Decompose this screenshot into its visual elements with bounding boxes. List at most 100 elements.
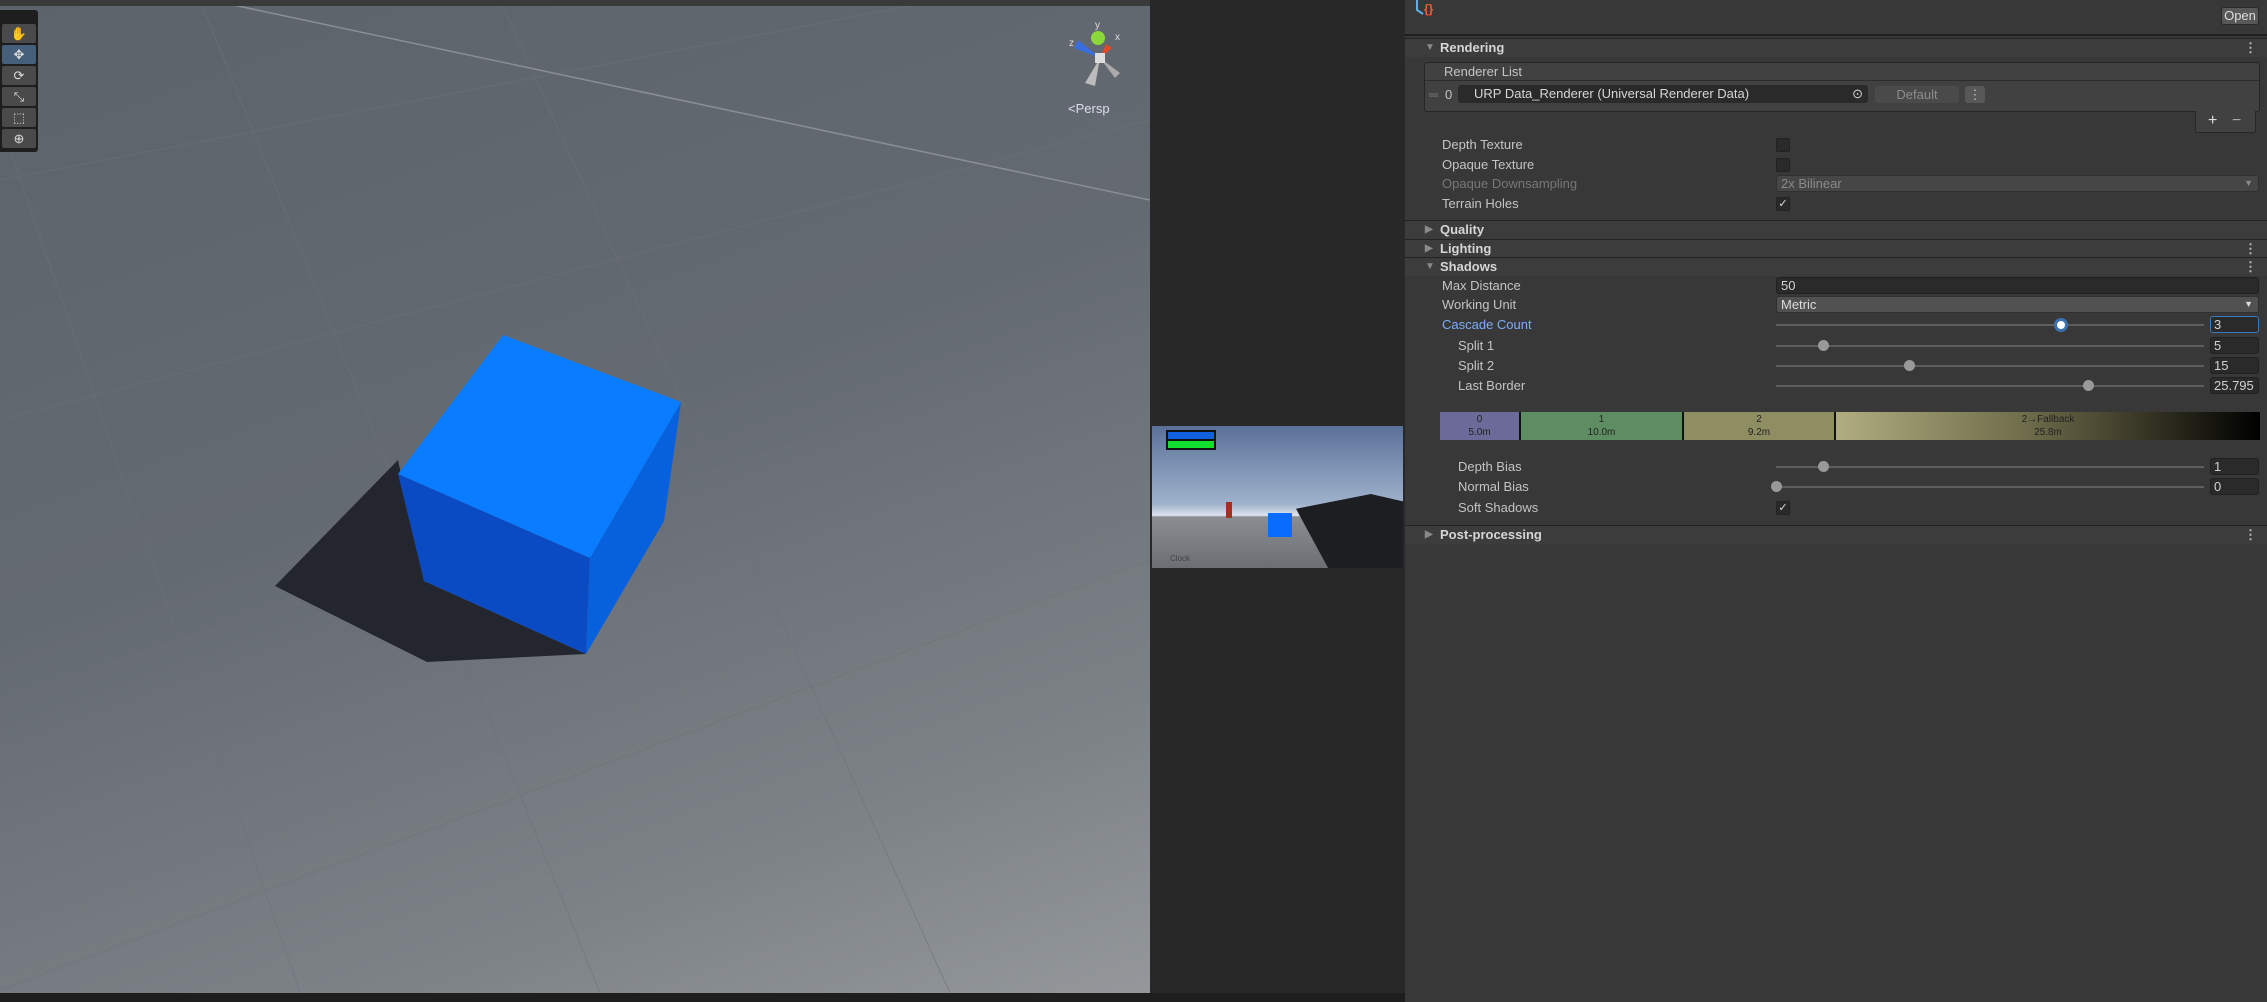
scene-toolbar	[0, 0, 1150, 6]
split2-input[interactable]: 15	[2210, 357, 2259, 374]
section-lighting[interactable]: ▶ Lighting ⋮	[1405, 239, 2267, 258]
inspector-panel: {} Open ▼ Rendering ⋮ Renderer List ═ 0 UR…	[1405, 0, 2267, 1002]
set-default-button[interactable]: Default	[1875, 86, 1959, 103]
renderer-object-field[interactable]: URP Data_Renderer (Universal Renderer Da…	[1458, 85, 1868, 103]
split1-row: Split 15	[1405, 337, 2267, 355]
last-border-row: Last Border 25.795	[1405, 377, 2267, 395]
depth-bias-slider[interactable]	[1776, 461, 2204, 472]
cascade-1[interactable]: 1 10.0m	[1521, 412, 1684, 440]
last-border-input[interactable]: 25.795	[2210, 377, 2259, 394]
split1-input[interactable]: 5	[2210, 337, 2259, 354]
weapon-model	[1296, 494, 1403, 568]
slider-knob[interactable]	[1818, 340, 1830, 351]
cascade-count-slider[interactable]	[1776, 318, 2204, 332]
menu-icon[interactable]: ⋮	[2244, 240, 2257, 258]
working-unit-dropdown[interactable]: Metric ▼	[1776, 296, 2259, 313]
drag-handle-icon[interactable]: ═	[1429, 87, 1438, 102]
slider-knob[interactable]	[1771, 481, 1782, 492]
add-renderer-button[interactable]: +	[2208, 111, 2217, 131]
max-distance-input[interactable]: 50	[1776, 277, 2259, 294]
section-rendering[interactable]: ▼ Rendering ⋮	[1405, 38, 2267, 57]
renderer-list-title: Renderer List	[1425, 63, 2259, 81]
opaque-downsampling-row: Opaque Downsampling 2x Bilinear ▼	[1405, 175, 2267, 193]
cascade-count-input[interactable]: 3	[2210, 316, 2259, 333]
health-bar	[1168, 441, 1214, 448]
divider	[1405, 34, 2267, 36]
cascade-fallback[interactable]: 2→Fallback 25.8m	[1836, 412, 2260, 440]
soft-shadows-row: Soft Shadows ✓	[1405, 499, 2267, 517]
slider-knob[interactable]	[1818, 461, 1830, 472]
foldout-open-icon: ▼	[1425, 261, 1435, 272]
object-picker-icon[interactable]: ⊙	[1852, 85, 1863, 103]
menu-icon[interactable]: ⋮	[2244, 39, 2257, 57]
section-post-processing[interactable]: ▶ Post-processing ⋮	[1405, 525, 2267, 544]
working-unit-row: Working Unit Metric ▼	[1405, 296, 2267, 314]
asset-icon: {}	[1416, 0, 1434, 16]
dropdown-arrow-icon: ▼	[2244, 299, 2253, 309]
status-bar	[0, 993, 1405, 1002]
projection-toggle[interactable]: <Persp	[1068, 101, 1110, 116]
tools-overlay: ✋ ✥ ⟳ ⤡ ⬚ ⊕	[0, 10, 38, 152]
split1-slider[interactable]	[1776, 340, 2204, 351]
normal-bias-slider[interactable]	[1771, 481, 2204, 492]
enemy-figure	[1226, 502, 1232, 518]
split2-row: Split 2 15	[1405, 357, 2267, 375]
max-distance-row: Max Distance 50	[1405, 277, 2267, 295]
slider-knob[interactable]	[2054, 318, 2069, 332]
list-footer: + −	[2195, 111, 2256, 133]
game-cube	[1268, 513, 1292, 537]
menu-icon[interactable]: ⋮	[2244, 258, 2257, 276]
terrain-holes-row: Terrain Holes ✓	[1405, 195, 2267, 213]
opaque-texture-row: Opaque Texture	[1405, 156, 2267, 174]
opaque-downsampling-dropdown[interactable]: 2x Bilinear ▼	[1776, 175, 2259, 192]
split2-slider[interactable]	[1776, 360, 2204, 371]
last-border-slider[interactable]	[1776, 380, 2204, 391]
hud-label: Clock	[1170, 554, 1191, 563]
terrain-holes-checkbox[interactable]: ✓	[1776, 197, 1790, 211]
depth-bias-input[interactable]: 1	[2210, 458, 2259, 475]
slider-knob[interactable]	[2083, 380, 2095, 391]
slider-knob[interactable]	[1903, 360, 1915, 371]
cascade-split-bar[interactable]: 0 5.0m 1 10.0m 2 9.2m 2→Fallback 25.8m	[1440, 412, 2260, 440]
game-view[interactable]: Clock	[1152, 426, 1403, 568]
renderer-index: 0	[1445, 87, 1453, 102]
cascade-count-row: Cascade Count 3	[1405, 316, 2267, 334]
hand-tool-button[interactable]: ✋	[2, 24, 36, 43]
soft-shadows-checkbox[interactable]: ✓	[1776, 501, 1790, 515]
foldout-open-icon: ▼	[1425, 42, 1435, 53]
cascade-2[interactable]: 2 9.2m	[1684, 412, 1836, 440]
menu-icon[interactable]: ⋮	[2244, 526, 2257, 544]
rotate-tool-button[interactable]: ⟳	[2, 66, 36, 85]
foldout-closed-icon: ▶	[1425, 224, 1433, 235]
section-shadows[interactable]: ▼ Shadows ⋮	[1405, 257, 2267, 276]
orientation-gizmo[interactable]: y x z	[1060, 18, 1140, 93]
foldout-closed-icon: ▶	[1425, 243, 1433, 254]
game-panel: Clock	[1150, 0, 1405, 993]
mana-bar	[1168, 432, 1214, 439]
grid-axis	[209, 0, 1150, 201]
foldout-closed-icon: ▶	[1425, 529, 1433, 540]
renderer-options-button[interactable]: ⋮	[1965, 86, 1985, 103]
move-tool-button[interactable]: ✥	[2, 45, 36, 64]
open-button[interactable]: Open	[2221, 7, 2259, 25]
remove-renderer-button[interactable]: −	[2232, 111, 2241, 131]
renderer-list: Renderer List ═ 0 URP Data_Renderer (Uni…	[1424, 62, 2260, 112]
svg-text:x: x	[1115, 32, 1120, 43]
normal-bias-input[interactable]: 0	[2210, 478, 2259, 495]
hud-bars	[1166, 430, 1216, 450]
svg-text:y: y	[1095, 20, 1100, 31]
cascade-0[interactable]: 0 5.0m	[1440, 412, 1521, 440]
depth-texture-row: Depth Texture	[1405, 136, 2267, 154]
depth-texture-checkbox[interactable]	[1776, 138, 1790, 152]
section-quality[interactable]: ▶ Quality	[1405, 220, 2267, 239]
scene-view[interactable]: ✋ ✥ ⟳ ⤡ ⬚ ⊕ y x z <Persp	[0, 0, 1150, 993]
scale-tool-button[interactable]: ⤡	[2, 87, 36, 106]
svg-text:{}: {}	[1424, 2, 1434, 16]
y-axis-cone	[1091, 31, 1105, 45]
opaque-texture-checkbox[interactable]	[1776, 158, 1790, 172]
rect-tool-button[interactable]: ⬚	[2, 108, 36, 127]
dropdown-arrow-icon: ▼	[2244, 178, 2253, 188]
normal-bias-row: Normal Bias 0	[1405, 478, 2267, 496]
transform-tool-button[interactable]: ⊕	[2, 129, 36, 148]
scene-canvas	[0, 0, 1150, 993]
